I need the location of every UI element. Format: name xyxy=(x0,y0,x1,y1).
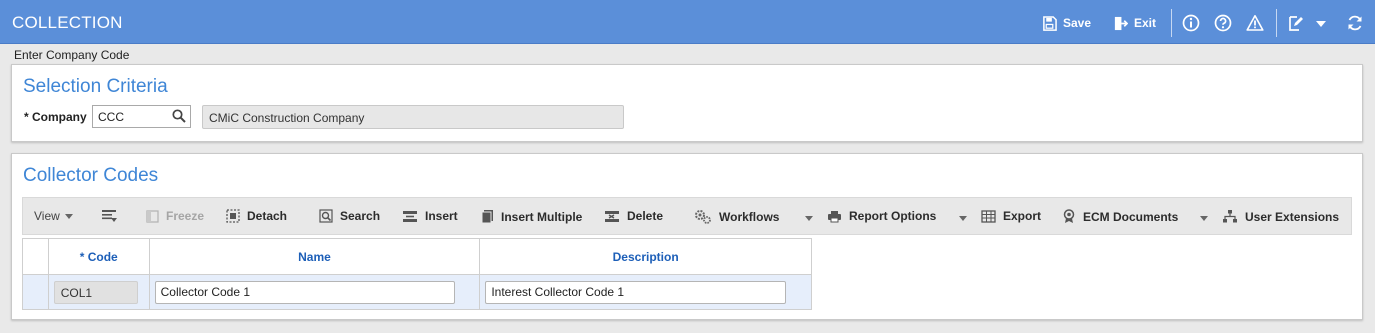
selection-criteria-title: Selection Criteria xyxy=(23,76,168,97)
code-cell: COL1 xyxy=(53,280,138,304)
insert-button[interactable]: Insert xyxy=(402,209,458,223)
printer-icon xyxy=(828,210,841,222)
page-title: COLLECTION xyxy=(12,13,123,32)
ecm-documents-icon xyxy=(1063,209,1075,223)
column-header-code[interactable]: * Code xyxy=(47,238,150,275)
company-name-display: CMiC Construction Company xyxy=(202,105,624,129)
description-input[interactable] xyxy=(485,280,787,304)
name-input[interactable] xyxy=(154,280,455,304)
export-label: Export xyxy=(1003,209,1042,223)
column-settings-button[interactable] xyxy=(101,209,124,223)
exit-button[interactable]: Exit xyxy=(1113,12,1156,34)
insert-row-icon xyxy=(403,210,417,222)
exit-label: Exit xyxy=(1134,16,1157,30)
freeze-icon xyxy=(146,209,159,223)
column-header-description[interactable]: Description xyxy=(479,238,812,275)
report-options-button[interactable]: Report Options xyxy=(827,209,936,223)
export-table-icon xyxy=(981,209,996,223)
edit-icon xyxy=(1289,15,1303,31)
instruction-text: Enter Company Code xyxy=(14,48,130,62)
save-button[interactable]: Save xyxy=(1042,12,1091,34)
hierarchy-icon xyxy=(1223,210,1237,223)
selection-criteria-panel: Selection Criteria * Company CMiC Constr… xyxy=(11,64,1363,142)
row-selector-header xyxy=(22,238,49,275)
alert-button[interactable] xyxy=(1246,12,1264,34)
row-selector[interactable] xyxy=(22,274,49,310)
ecm-documents-button[interactable]: ECM Documents xyxy=(1062,209,1178,224)
detach-icon xyxy=(226,209,240,223)
insert-multiple-label: Insert Multiple xyxy=(501,209,583,224)
freeze-button[interactable]: Freeze xyxy=(146,209,204,223)
company-label: * Company xyxy=(24,110,87,124)
info-button[interactable] xyxy=(1182,12,1200,34)
column-settings-icon xyxy=(102,210,117,222)
detach-button[interactable]: Detach xyxy=(226,209,287,223)
collector-codes-title: Collector Codes xyxy=(23,165,159,186)
column-header-name[interactable]: Name xyxy=(148,238,481,275)
exit-icon xyxy=(1114,16,1128,30)
warning-icon xyxy=(1246,15,1264,31)
table-header-row: * Code Name Description xyxy=(22,238,812,275)
delete-row-icon xyxy=(605,210,619,222)
edit-options-button[interactable] xyxy=(1288,12,1326,34)
workflows-label: Workflows xyxy=(719,209,780,224)
table-row[interactable]: COL1 xyxy=(22,274,812,310)
insert-multiple-icon xyxy=(481,210,493,224)
chevron-down-icon xyxy=(64,213,73,219)
help-button[interactable] xyxy=(1214,12,1232,34)
export-button[interactable]: Export xyxy=(981,209,1041,223)
user-extensions-label: User Extensions xyxy=(1245,209,1340,224)
chevron-down-icon xyxy=(1316,16,1326,30)
delete-button[interactable]: Delete xyxy=(604,209,663,223)
gears-icon xyxy=(695,210,711,224)
workflows-button[interactable]: Workflows xyxy=(694,209,779,224)
search-label: Search xyxy=(340,209,381,223)
refresh-button[interactable] xyxy=(1346,12,1364,34)
insert-multiple-button[interactable]: Insert Multiple xyxy=(481,209,582,224)
collector-codes-table: * Code Name Description COL1 xyxy=(22,238,812,310)
refresh-icon xyxy=(1348,15,1362,31)
insert-label: Insert xyxy=(425,209,458,223)
search-button[interactable]: Search xyxy=(319,209,380,223)
chevron-down-icon[interactable] xyxy=(959,216,967,221)
help-icon xyxy=(1214,14,1232,32)
view-menu[interactable]: View xyxy=(34,209,73,223)
freeze-label: Freeze xyxy=(166,209,205,223)
report-options-label: Report Options xyxy=(849,209,937,223)
save-label: Save xyxy=(1063,16,1092,30)
ecm-documents-label: ECM Documents xyxy=(1083,209,1179,224)
header-bar: COLLECTION Save Exit xyxy=(0,0,1375,44)
detach-label: Detach xyxy=(247,209,288,223)
chevron-down-icon[interactable] xyxy=(1200,216,1208,221)
search-icon xyxy=(319,209,333,223)
grid-toolbar: View Freeze Detach Search Insert Insert … xyxy=(22,197,1352,235)
delete-label: Delete xyxy=(627,209,664,223)
view-label: View xyxy=(34,209,60,223)
toolbar-separator xyxy=(1276,9,1277,37)
chevron-down-icon[interactable] xyxy=(805,216,813,221)
save-icon xyxy=(1043,15,1057,31)
user-extensions-button[interactable]: User Extensions xyxy=(1222,209,1339,224)
toolbar-separator xyxy=(1171,9,1172,37)
collector-codes-panel: Collector Codes View Freeze Detach Searc… xyxy=(11,153,1363,320)
info-icon xyxy=(1182,14,1200,32)
search-icon[interactable] xyxy=(172,109,186,123)
